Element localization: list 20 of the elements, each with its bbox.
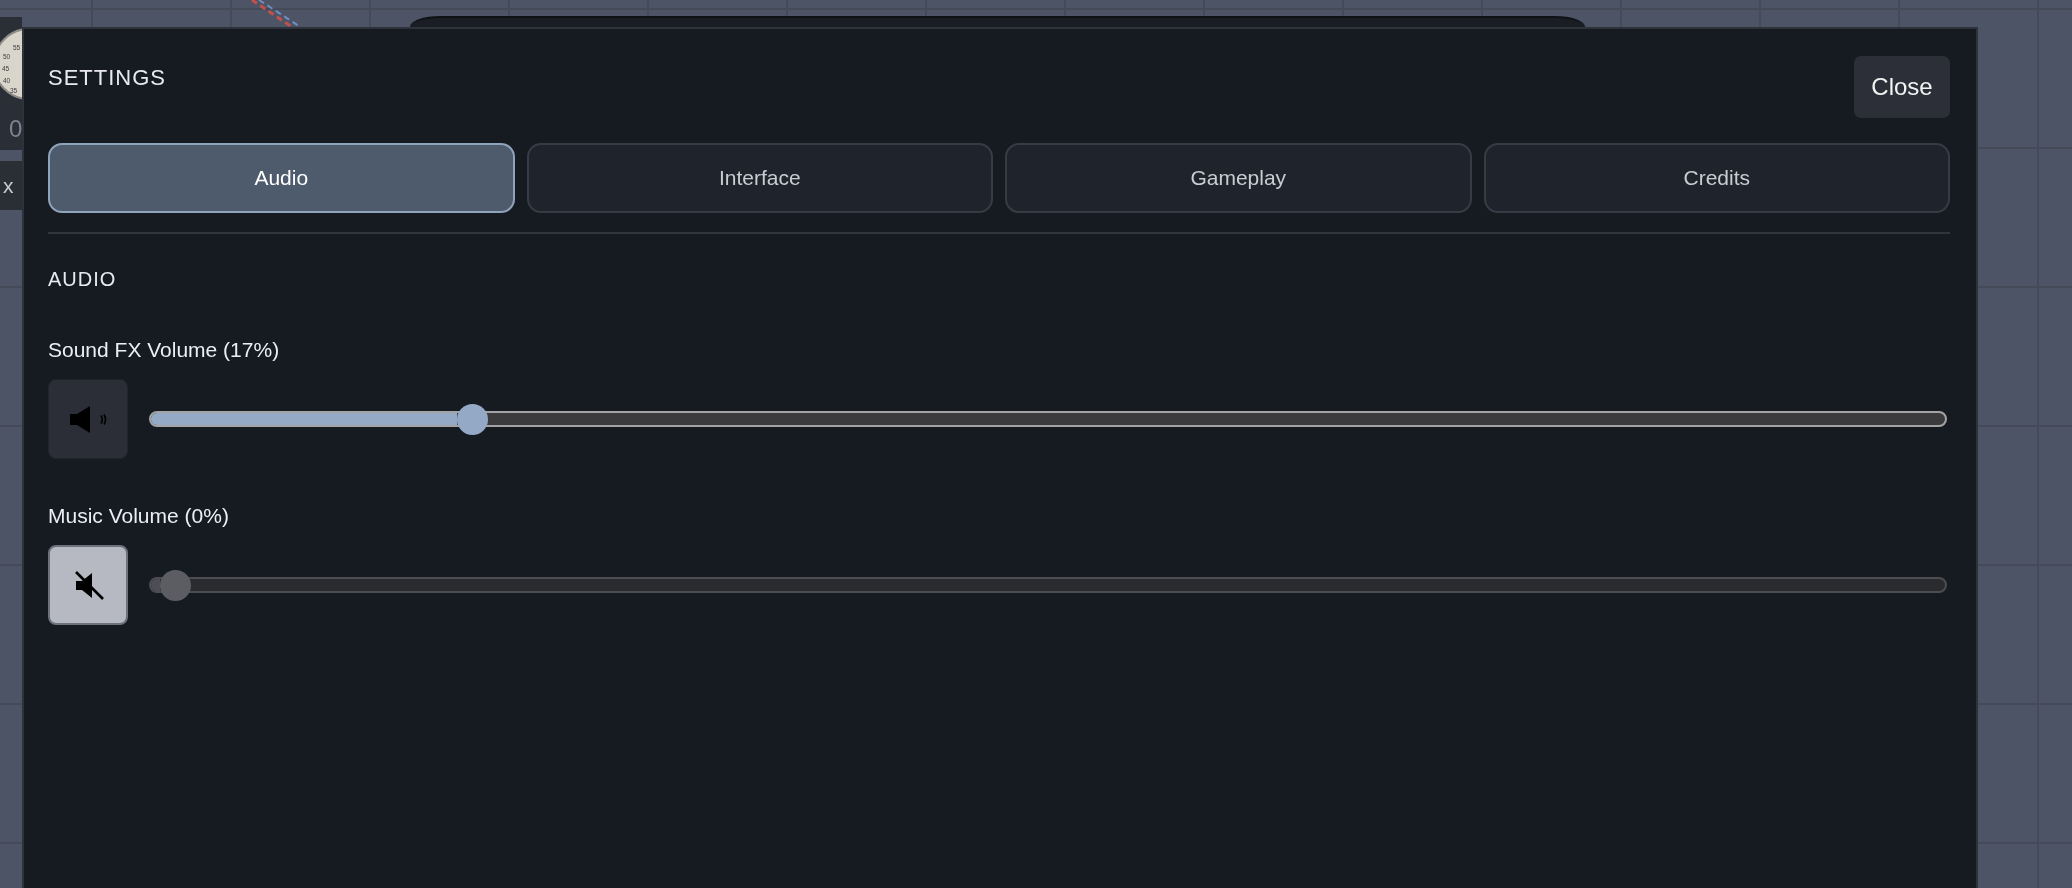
close-button[interactable]: Close	[1854, 56, 1950, 118]
route-line	[251, 0, 300, 27]
settings-tab[interactable]: Interface	[526, 143, 993, 213]
volume-slider[interactable]	[149, 569, 1947, 601]
settings-tab[interactable]: Credits	[1483, 143, 1950, 213]
dialog-title: SETTINGS	[48, 64, 166, 92]
volume-label: Sound FX Volume (17%)	[48, 337, 280, 363]
speaker-icon	[69, 405, 107, 433]
volume-label: Music Volume (0%)	[48, 503, 229, 529]
section-heading: AUDIO	[48, 267, 117, 292]
muted-speaker-icon	[72, 569, 104, 601]
settings-tab[interactable]: Audio	[48, 143, 515, 213]
mute-toggle-button[interactable]	[48, 379, 128, 459]
mute-toggle-button[interactable]	[48, 545, 128, 625]
hud-chip: x	[0, 161, 22, 210]
settings-tab[interactable]: Gameplay	[1005, 143, 1472, 213]
volume-slider[interactable]	[149, 403, 1947, 435]
slider-thumb[interactable]	[160, 569, 191, 601]
timer-text: 0	[9, 116, 23, 142]
slider-thumb[interactable]	[456, 403, 488, 435]
